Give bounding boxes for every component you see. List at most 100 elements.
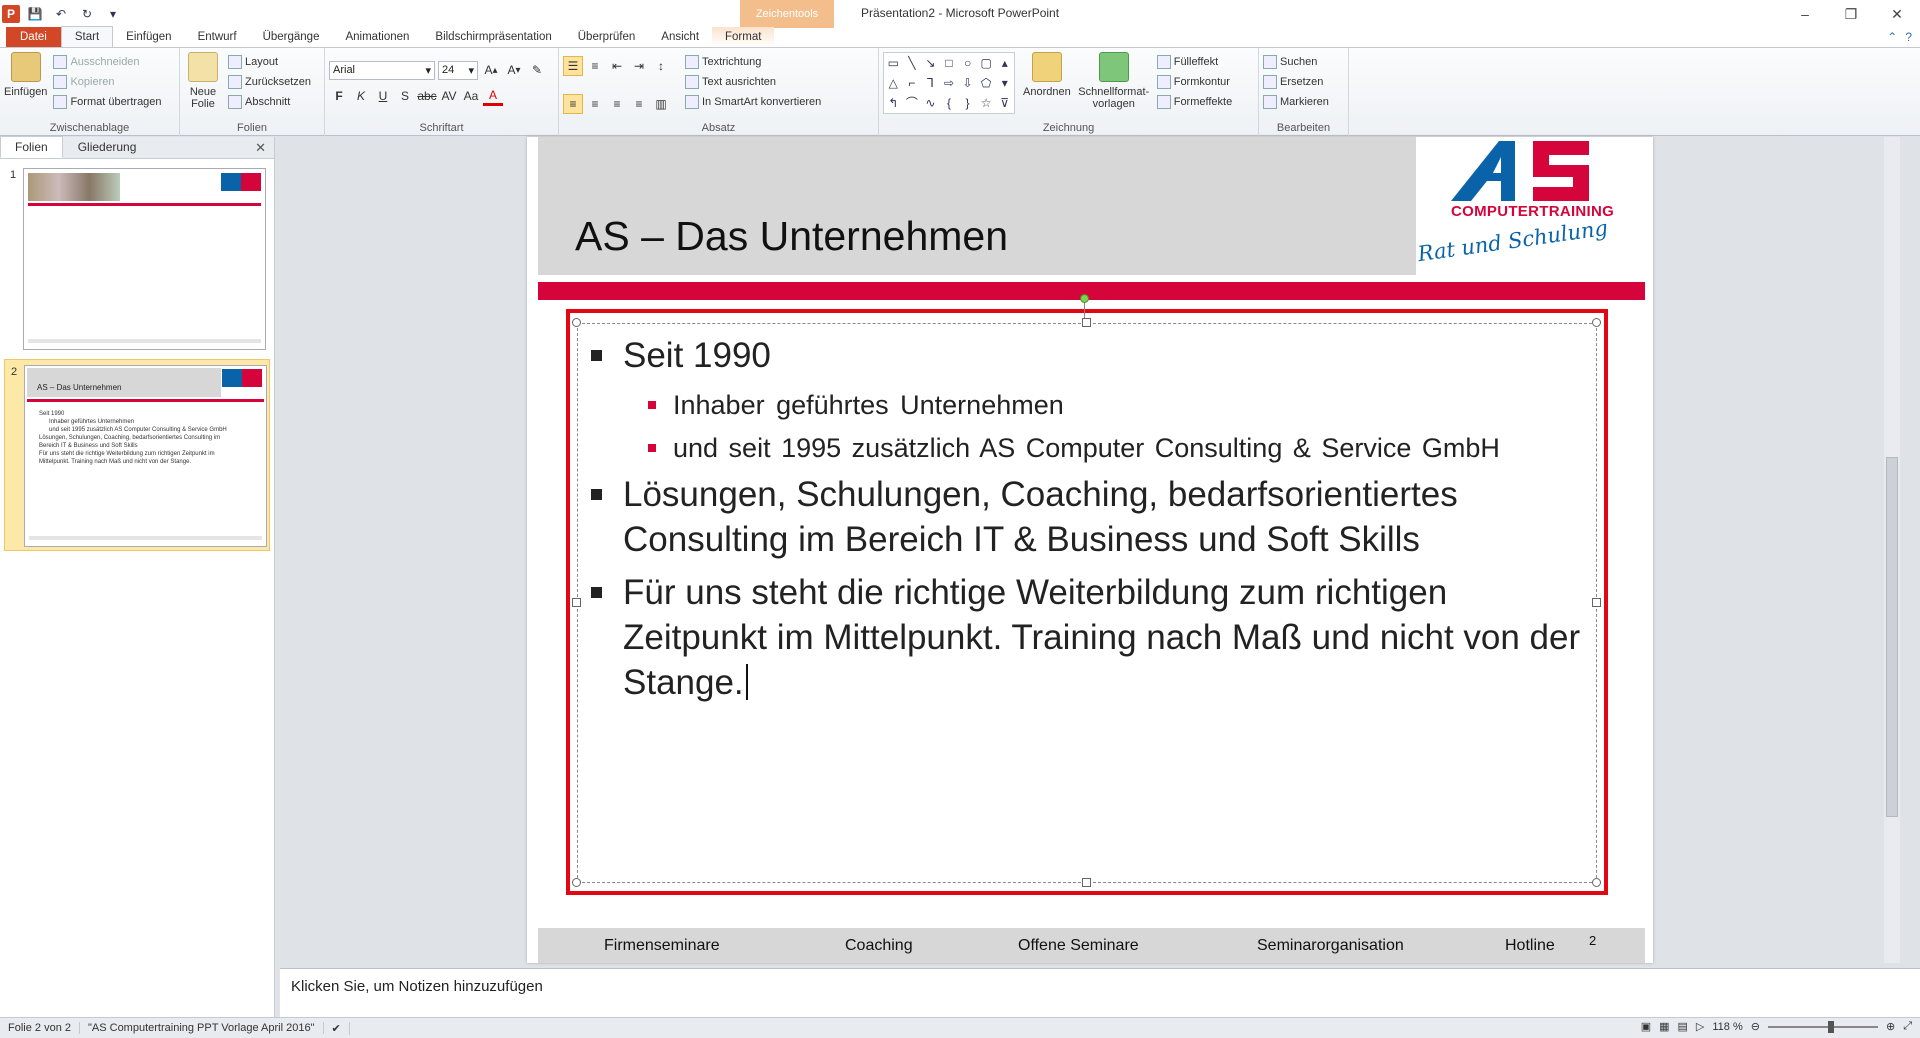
close-pane-icon[interactable]: ✕	[255, 140, 266, 156]
slide-title[interactable]: AS – Das Unternehmen	[575, 213, 1008, 260]
align-right-icon[interactable]: ≡	[607, 94, 627, 114]
align-left-icon[interactable]: ≡	[563, 94, 583, 114]
char-spacing-icon[interactable]: AV	[439, 86, 459, 106]
grow-font-icon[interactable]: A ▴	[481, 60, 501, 80]
zoom-level[interactable]: 118 %	[1712, 1021, 1742, 1033]
section-button[interactable]: Abschnitt	[228, 92, 311, 112]
zoom-in-icon[interactable]: ⊕	[1886, 1020, 1895, 1033]
tab-animations[interactable]: Animationen	[332, 27, 422, 47]
bullets-icon[interactable]: ☰	[563, 56, 583, 76]
slide-canvas[interactable]: AS – Das Unternehmen COMPUTERTRAINING Ra…	[527, 137, 1653, 963]
resize-handle-t[interactable]	[1082, 318, 1091, 327]
sorter-view-icon[interactable]: ▦	[1659, 1020, 1669, 1033]
format-painter-button[interactable]: Format übertragen	[53, 92, 162, 112]
slide-thumbnail-2[interactable]: 2 AS – Das Unternehmen Seit 1990 Inhaber…	[4, 359, 270, 551]
tab-outline[interactable]: Gliederung	[63, 136, 152, 158]
font-color-icon[interactable]: A	[483, 86, 503, 106]
triangle-shape-icon[interactable]: △	[884, 73, 903, 93]
slide-body[interactable]: Seit 1990 Inhaber geführtes Unternehmen …	[583, 333, 1583, 713]
restore-button[interactable]: ❐	[1828, 0, 1874, 28]
brace-right-shape-icon[interactable]: }	[958, 93, 977, 113]
bold-icon[interactable]: F	[329, 86, 349, 106]
resize-handle-br[interactable]	[1592, 878, 1601, 887]
slide-thumbnail-1[interactable]: 1	[4, 163, 270, 355]
clear-format-icon[interactable]: ✎	[527, 60, 547, 80]
tab-slideshow[interactable]: Bildschirmpräsentation	[422, 27, 564, 47]
find-button[interactable]: Suchen	[1263, 52, 1344, 72]
resize-handle-l[interactable]	[572, 598, 581, 607]
tab-format[interactable]: Format	[712, 27, 775, 47]
tab-transitions[interactable]: Übergänge	[250, 27, 333, 47]
pentagon-shape-icon[interactable]: ⬠	[977, 73, 996, 93]
zoom-slider-thumb[interactable]	[1827, 1020, 1834, 1033]
slideshow-view-icon[interactable]: ▷	[1696, 1020, 1704, 1033]
text-direction-button[interactable]: Textrichtung	[685, 52, 821, 72]
textbox-shape-icon[interactable]: ▭	[884, 53, 903, 73]
numbering-icon[interactable]: ≡	[585, 56, 605, 76]
line-spacing-icon[interactable]: ↕	[651, 56, 671, 76]
freeform-shape-icon[interactable]: ∿	[921, 93, 940, 113]
powerpoint-logo-icon[interactable]: P	[2, 5, 20, 23]
change-case-icon[interactable]: Aa	[461, 86, 481, 106]
normal-view-icon[interactable]: ▣	[1641, 1020, 1651, 1033]
scrollbar-thumb[interactable]	[1886, 457, 1898, 817]
resize-handle-r[interactable]	[1592, 598, 1601, 607]
notes-pane[interactable]: Klicken Sie, um Notizen hinzuzufügen	[280, 968, 1920, 1017]
tab-review[interactable]: Überprüfen	[565, 27, 649, 47]
fit-window-icon[interactable]: ⤢	[1903, 1020, 1912, 1033]
down-arrow-shape-icon[interactable]: ⇩	[958, 73, 977, 93]
justify-icon[interactable]: ≡	[629, 94, 649, 114]
tab-design[interactable]: Entwurf	[185, 27, 250, 47]
customize-qat-icon[interactable]: ▾	[102, 3, 124, 25]
increase-indent-icon[interactable]: ⇥	[629, 56, 649, 76]
help-icon[interactable]: ?	[1905, 30, 1912, 44]
underline-icon[interactable]: U	[373, 86, 393, 106]
redo-icon[interactable]: ↻	[76, 3, 98, 25]
line-shape-icon[interactable]: ╲	[903, 53, 922, 73]
oval-shape-icon[interactable]: ○	[958, 53, 977, 73]
scroll-down-icon[interactable]: ▾	[995, 73, 1014, 93]
resize-handle-b[interactable]	[1082, 878, 1091, 887]
vertical-scrollbar[interactable]	[1884, 137, 1900, 963]
align-center-icon[interactable]: ≡	[585, 94, 605, 114]
new-slide-button[interactable]: Neue Folie	[184, 52, 222, 112]
zoom-out-icon[interactable]: ⊖	[1751, 1020, 1760, 1033]
minimize-button[interactable]: –	[1782, 0, 1828, 28]
save-icon[interactable]: 💾	[24, 3, 46, 25]
curve-shape-icon[interactable]: ↰	[884, 93, 903, 113]
shape-fill-button[interactable]: Fülleffekt	[1156, 52, 1233, 72]
star-shape-icon[interactable]: ☆	[977, 93, 996, 113]
reset-button[interactable]: Zurücksetzen	[228, 72, 311, 92]
tab-insert[interactable]: Einfügen	[113, 27, 184, 47]
shadow-icon[interactable]: S	[395, 86, 415, 106]
smartart-button[interactable]: In SmartArt konvertieren	[685, 92, 821, 112]
align-text-button[interactable]: Text ausrichten	[685, 72, 821, 92]
theme-name[interactable]: "AS Computertraining PPT Vorlage April 2…	[80, 1022, 324, 1034]
layout-button[interactable]: Layout	[228, 52, 311, 72]
arrow-shape-icon[interactable]: ↘	[921, 53, 940, 73]
arc-shape-icon[interactable]: ⌒	[903, 93, 922, 113]
scroll-up-icon[interactable]: ▴	[995, 53, 1014, 73]
italic-icon[interactable]: K	[351, 86, 371, 106]
resize-handle-bl[interactable]	[572, 878, 581, 887]
shape-effects-button[interactable]: Formeffekte	[1156, 92, 1232, 112]
replace-button[interactable]: Ersetzen	[1263, 72, 1344, 92]
arrange-button[interactable]: Anordnen	[1023, 52, 1071, 114]
select-button[interactable]: Markieren	[1263, 92, 1344, 112]
copy-button[interactable]: Kopieren	[53, 72, 161, 92]
paste-button[interactable]: Einfügen	[4, 52, 47, 112]
minimize-ribbon-icon[interactable]: ⌃	[1887, 30, 1897, 44]
more-shapes-icon[interactable]: ⊽	[995, 93, 1014, 113]
rect-shape-icon[interactable]: □	[940, 53, 959, 73]
shapes-gallery[interactable]: ▭ ╲ ↘ □ ○ ▢ ▴ △ ⌐ ⅂ ⇨ ⇩ ⬠ ▾ ↰ ⌒ ∿{} ☆ ⊽	[883, 52, 1015, 114]
tab-view[interactable]: Ansicht	[648, 27, 712, 47]
reading-view-icon[interactable]: ▤	[1678, 1020, 1688, 1033]
cut-button[interactable]: Ausschneiden	[53, 52, 161, 72]
close-button[interactable]: ✕	[1874, 0, 1920, 28]
font-size-combo[interactable]: 24 ▾	[438, 60, 478, 80]
strikethrough-icon[interactable]: abc	[417, 86, 437, 106]
resize-handle-tr[interactable]	[1592, 318, 1601, 327]
quick-styles-button[interactable]: Schnellformat-vorlagen	[1078, 52, 1149, 114]
spellcheck-icon[interactable]: ✔	[324, 1021, 350, 1035]
shape-outline-button[interactable]: Formkontur	[1156, 72, 1233, 92]
